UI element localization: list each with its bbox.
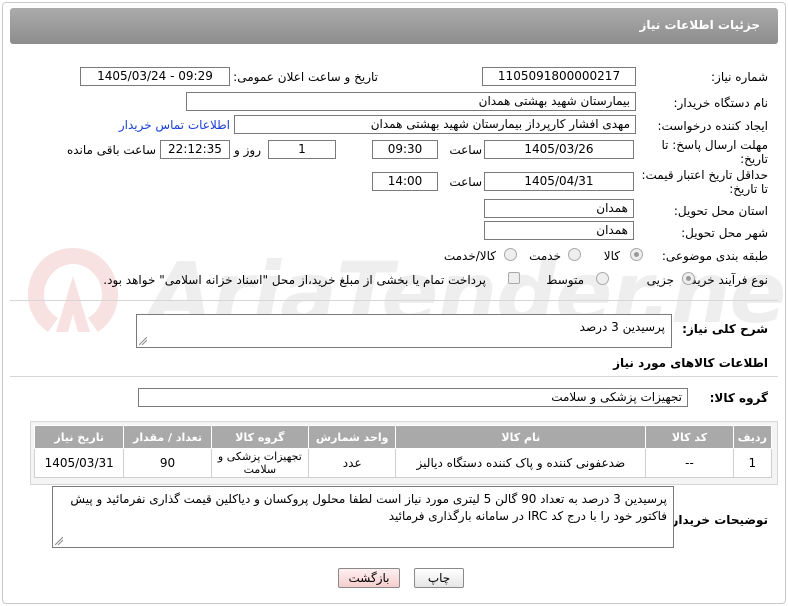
city-label: شهر محل تحویل: bbox=[681, 226, 768, 240]
province-field: همدان bbox=[484, 199, 634, 218]
quantity-cell: 90 bbox=[123, 448, 212, 478]
header-bar: جزئیات اطلاعات نیاز bbox=[10, 8, 778, 44]
province-label: استان محل تحویل: bbox=[673, 204, 768, 218]
buyer-org-field: بیمارستان شهید بهشتی همدان bbox=[186, 92, 636, 111]
reply-deadline-label: مهلت ارسال پاسخ: تا bbox=[661, 138, 768, 152]
process-option-medium: متوسط bbox=[546, 273, 584, 287]
reply-time-label: ساعت bbox=[449, 143, 482, 157]
process-type-label: نوع فرآیند خرید : bbox=[683, 273, 768, 287]
category-option-service: خدمت bbox=[529, 249, 561, 263]
announce-label: تاریخ و ساعت اعلان عمومی: bbox=[233, 70, 378, 84]
column-header: ردیف bbox=[732, 425, 773, 449]
treasury-payment-checkbox[interactable] bbox=[508, 272, 520, 284]
separator bbox=[10, 376, 778, 377]
category-radio-goods-service[interactable] bbox=[504, 248, 517, 261]
goods-group-label: گروه کالا: bbox=[709, 391, 768, 405]
column-header: نام کالا bbox=[395, 425, 647, 449]
table-header-row: ردیف کد کالا نام کالا واحد شمارش گروه کا… bbox=[33, 425, 773, 449]
page-title: جزئیات اطلاعات نیاز bbox=[639, 18, 760, 32]
items-table: ردیف کد کالا نام کالا واحد شمارش گروه کا… bbox=[33, 425, 773, 478]
buyer-org-label: نام دستگاه خریدار: bbox=[673, 96, 769, 110]
price-time-label: ساعت bbox=[449, 175, 482, 189]
resize-grip-icon bbox=[139, 337, 147, 345]
reply-date-field: 1405/03/26 bbox=[484, 140, 634, 159]
need-number-field: 1105091800000217 bbox=[482, 67, 636, 86]
table-row: 1 -- ضدعفونی کننده و پاک کننده دستگاه دی… bbox=[33, 448, 773, 478]
city-field: همدان bbox=[484, 221, 634, 240]
need-description-text: پرسیدین 3 درصد bbox=[579, 320, 665, 334]
separator bbox=[10, 300, 778, 301]
resize-grip-icon bbox=[55, 537, 63, 545]
buyer-notes-textarea[interactable]: پرسیدین 3 درصد به تعداد 90 گالن 5 لیتری … bbox=[52, 486, 674, 548]
price-date-field: 1405/04/31 bbox=[484, 172, 634, 191]
price-validity-label-2: تا تاریخ: bbox=[729, 182, 768, 196]
goods-name-cell: ضدعفونی کننده و پاک کننده دستگاه دیالیز bbox=[395, 448, 647, 478]
need-description-label: شرح کلی نیاز: bbox=[682, 322, 768, 336]
back-button[interactable]: بازگشت bbox=[338, 568, 400, 588]
reply-time-field: 09:30 bbox=[372, 140, 438, 159]
process-radio-medium[interactable] bbox=[596, 272, 609, 285]
creator-label: ایجاد کننده درخواست: bbox=[657, 119, 768, 133]
goods-group-cell: تجهیزات پزشکی و سلامت bbox=[210, 448, 310, 478]
row-number-cell: 1 bbox=[732, 448, 773, 478]
need-date-cell: 1405/03/31 bbox=[33, 448, 125, 478]
creator-field: مهدی افشار کارپرداز بیمارستان شهید بهشتی… bbox=[234, 115, 636, 134]
print-button[interactable]: چاپ bbox=[414, 568, 464, 588]
category-label: طبقه بندی موضوعی: bbox=[661, 249, 768, 263]
column-header: گروه کالا bbox=[210, 425, 310, 449]
column-header: کد کالا bbox=[645, 425, 734, 449]
reply-deadline-label-2: تاریخ: bbox=[740, 152, 768, 166]
goods-section-title: اطلاعات کالاهای مورد نیاز bbox=[613, 356, 768, 370]
remaining-time-label: ساعت باقی مانده bbox=[66, 143, 156, 157]
column-header: تاریخ نیاز bbox=[33, 425, 125, 449]
treasury-payment-text: پرداخت تمام یا بخشی از مبلغ خرید،از محل … bbox=[103, 273, 486, 287]
category-option-goods: کالا bbox=[603, 249, 620, 263]
goods-group-field: تجهیزات پزشکی و سلامت bbox=[138, 388, 688, 407]
days-label: روز و bbox=[234, 143, 261, 157]
category-option-goods-service: کالا/خدمت bbox=[443, 249, 496, 263]
days-remaining-field: 1 bbox=[268, 140, 336, 159]
price-validity-label: حداقل تاریخ اعتبار قیمت: bbox=[641, 168, 768, 182]
buyer-notes-label: توضیحات خریدار: bbox=[666, 513, 768, 527]
column-header: تعداد / مقدار bbox=[123, 425, 212, 449]
process-option-minor: جزیی bbox=[646, 273, 674, 287]
buyer-notes-text: پرسیدین 3 درصد به تعداد 90 گالن 5 لیتری … bbox=[70, 492, 667, 523]
need-description-textarea[interactable]: پرسیدین 3 درصد bbox=[136, 314, 672, 348]
announce-field: 1405/03/24 - 09:29 bbox=[80, 67, 230, 86]
price-time-field: 14:00 bbox=[372, 172, 438, 191]
unit-cell: عدد bbox=[308, 448, 397, 478]
remaining-time-field: 22:12:35 bbox=[160, 140, 230, 159]
column-header: واحد شمارش bbox=[308, 425, 397, 449]
category-radio-service[interactable] bbox=[568, 248, 581, 261]
goods-code-cell: -- bbox=[645, 448, 734, 478]
category-radio-goods[interactable] bbox=[630, 248, 643, 261]
need-number-label: شماره نیاز: bbox=[711, 70, 768, 84]
contact-info-link[interactable]: اطلاعات تماس خریدار bbox=[119, 118, 230, 132]
process-radio-minor[interactable] bbox=[682, 272, 695, 285]
